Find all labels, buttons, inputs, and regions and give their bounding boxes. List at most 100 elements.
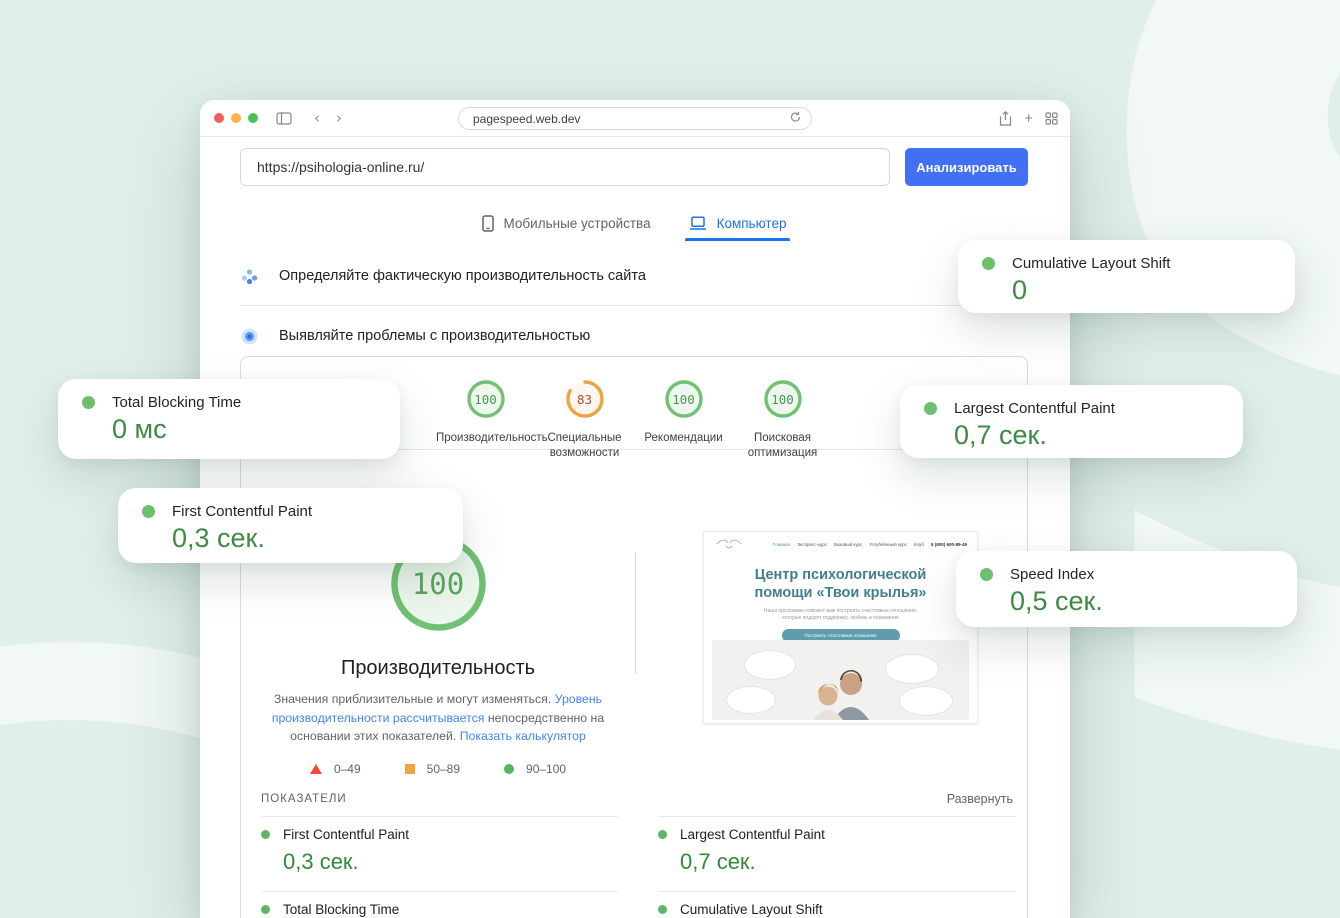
green-dot-icon	[142, 505, 155, 518]
site-screenshot: Главная Экспресс-курс Базовый курс Углуб…	[703, 531, 978, 724]
site-heading-line2: помощи «Твои крылья»	[704, 584, 977, 602]
gauge-seo[interactable]: 100 Поисковая оптимизация	[733, 379, 832, 449]
legend-good: 90–100	[504, 762, 566, 776]
address-bar[interactable]: pagespeed.web.dev	[458, 107, 812, 130]
lab-data-section: Выявляйте проблемы с производительностью	[240, 322, 1028, 350]
site-header: Главная Экспресс-курс Базовый курс Углуб…	[704, 532, 977, 556]
disclaimer-text-1: Значения приблизительные и могут изменят…	[274, 692, 555, 706]
metric-cls-label: Cumulative Layout Shift	[680, 902, 823, 917]
score-legend: 0–49 50–89 90–100	[241, 762, 635, 780]
metric-cls: Cumulative Layout Shift 0	[658, 891, 1015, 918]
floating-card-tbt-label: Total Blocking Time	[112, 394, 241, 411]
site-nav-item: Экспресс-курс	[797, 542, 827, 547]
floating-card-fcp-label: First Contentful Paint	[172, 503, 312, 520]
thought-cloud	[885, 654, 939, 684]
site-nav-item: Базовый курс	[834, 542, 862, 547]
green-dot-icon	[261, 830, 270, 839]
floating-card-cls: Cumulative Layout Shift 0	[958, 240, 1295, 313]
new-tab-icon[interactable]: +	[1024, 110, 1033, 127]
legend-poor-range: 0–49	[334, 762, 361, 776]
site-nav-item: Углублённый курс	[869, 542, 907, 547]
metric-lcp: Largest Contentful Paint 0,7 сек.	[658, 816, 1015, 891]
section-divider	[240, 305, 1028, 306]
gauge-performance-score: 100	[466, 379, 506, 419]
share-icon[interactable]	[999, 111, 1012, 126]
orange-square-icon	[405, 764, 415, 774]
gauge-best-practices[interactable]: 100 Рекомендации	[634, 379, 733, 449]
thought-cloud	[744, 650, 796, 680]
floating-card-speed-index: Speed Index 0,5 сек.	[956, 551, 1297, 627]
green-dot-icon	[82, 396, 95, 409]
minimize-window-icon[interactable]	[231, 113, 241, 123]
analyze-row: Анализировать	[240, 148, 1028, 186]
performance-title: Производительность	[241, 657, 635, 680]
metric-lcp-label: Largest Contentful Paint	[680, 827, 825, 842]
column-divider	[635, 552, 636, 674]
gauge-seo-score: 100	[763, 379, 803, 419]
tab-mobile-label: Мобильные устройства	[504, 216, 651, 231]
metric-fcp: First Contentful Paint 0,3 сек.	[261, 816, 618, 891]
metric-tbt: Total Blocking Time 0 мс	[261, 891, 618, 918]
floating-card-tbt: Total Blocking Time 0 мс	[58, 379, 400, 459]
green-dot-icon	[980, 568, 993, 581]
site-paragraph: Наша программа поможет вам построить сча…	[756, 608, 926, 622]
green-dot-icon	[658, 905, 667, 914]
metric-tbt-label: Total Blocking Time	[283, 902, 399, 917]
close-window-icon[interactable]	[214, 113, 224, 123]
thought-cloud	[899, 686, 953, 716]
couple-photo	[795, 668, 887, 720]
back-icon[interactable]: ‹	[306, 109, 328, 127]
site-phone: 8 (800) 600-89-49	[931, 542, 967, 547]
gauge-accessibility[interactable]: 83 Специальные возможности	[535, 379, 634, 449]
site-heading: Центр психологической помощи «Твои крыль…	[704, 566, 977, 602]
metric-fcp-value: 0,3 сек.	[283, 849, 618, 875]
browser-toolbar: ‹ › pagespeed.web.dev +	[200, 100, 1070, 137]
sidebar-toggle-icon[interactable]	[276, 112, 292, 125]
floating-card-fcp-value: 0,3 сек.	[172, 523, 439, 554]
green-circle-icon	[504, 764, 514, 774]
lab-data-icon	[240, 327, 259, 346]
metric-fcp-label: First Contentful Paint	[283, 827, 409, 842]
field-data-icon	[240, 267, 259, 286]
site-heading-line1: Центр психологической	[704, 566, 977, 584]
reload-icon[interactable]	[790, 111, 801, 126]
site-logo-icon	[714, 536, 744, 552]
floating-card-tbt-value: 0 мс	[112, 414, 376, 445]
site-nav: Главная Экспресс-курс Базовый курс Углуб…	[773, 542, 967, 547]
background-letter-s: S	[1042, 0, 1340, 918]
floating-card-cls-label: Cumulative Layout Shift	[1012, 255, 1170, 272]
floating-card-speed-index-value: 0,5 сек.	[1010, 586, 1273, 617]
field-data-title: Определяйте фактическую производительнос…	[279, 268, 646, 284]
tab-desktop-label: Компьютер	[717, 216, 787, 231]
field-data-section: Определяйте фактическую производительнос…	[240, 261, 1028, 291]
floating-card-lcp: Largest Contentful Paint 0,7 сек.	[900, 385, 1243, 458]
site-nav-item: Главная	[773, 542, 790, 547]
site-nav-item: Клуб	[914, 542, 924, 547]
legend-poor: 0–49	[310, 762, 361, 776]
red-triangle-icon	[310, 764, 322, 774]
forward-icon[interactable]: ›	[328, 109, 350, 127]
tab-mobile[interactable]: Мобильные устройства	[478, 212, 655, 241]
floating-card-speed-index-label: Speed Index	[1010, 566, 1094, 583]
device-tabs: Мобильные устройства Компьютер	[240, 212, 1028, 241]
metrics-grid: First Contentful Paint 0,3 сек. Largest …	[241, 812, 1027, 918]
analyze-button[interactable]: Анализировать	[905, 148, 1028, 186]
toolbar-right-icons: +	[999, 100, 1058, 137]
metrics-expand-link[interactable]: Развернуть	[947, 792, 1013, 806]
green-dot-icon	[261, 905, 270, 914]
traffic-lights	[214, 113, 258, 123]
floating-card-cls-value: 0	[1012, 275, 1271, 306]
legend-good-range: 90–100	[526, 762, 566, 776]
zoom-window-icon[interactable]	[248, 113, 258, 123]
legend-average-range: 50–89	[427, 762, 460, 776]
legend-average: 50–89	[405, 762, 460, 776]
gauge-performance[interactable]: 100 Производительность	[436, 379, 535, 449]
gauge-best-practices-score: 100	[664, 379, 704, 419]
tab-overview-icon[interactable]	[1045, 112, 1058, 125]
calc-link-2[interactable]: Показать калькулятор	[460, 729, 586, 743]
url-input[interactable]	[240, 148, 890, 186]
green-dot-icon	[982, 257, 995, 270]
green-dot-icon	[924, 402, 937, 415]
tab-desktop[interactable]: Компьютер	[685, 212, 791, 241]
gauge-best-practices-label: Рекомендации	[634, 431, 733, 446]
